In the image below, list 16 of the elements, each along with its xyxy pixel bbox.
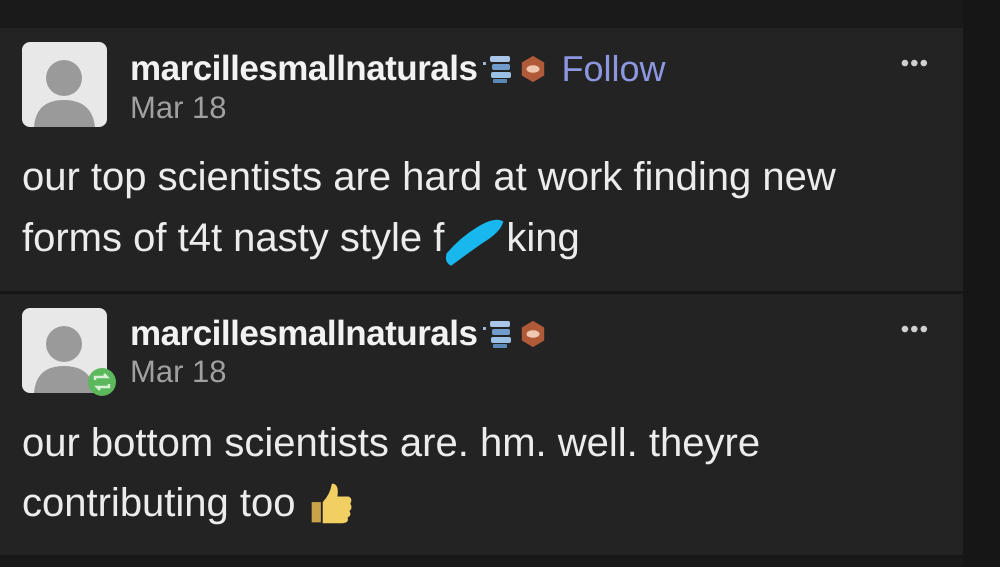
post-date: Mar 18	[130, 354, 228, 390]
post-text: king	[506, 215, 580, 262]
more-menu-button[interactable]: •••	[900, 308, 929, 344]
post-text: our top scientists are hard at work finding new	[22, 154, 836, 201]
post-text: our bottom scientists are. hm. well. theyre	[22, 420, 760, 467]
post-date: Mar 18	[130, 90, 228, 126]
stack-badge-icon	[483, 54, 514, 84]
follow-link[interactable]: Follow	[561, 48, 666, 90]
stack-badge-icon	[483, 319, 514, 349]
username-link[interactable]: marcillesmallnaturals	[130, 314, 478, 354]
post-text: contributing too	[22, 480, 296, 527]
post-text: forms of t4t nasty style f	[22, 215, 444, 262]
avatar-icon[interactable]	[22, 42, 107, 127]
avatar-icon[interactable]	[22, 308, 107, 393]
more-menu-button[interactable]: •••	[900, 42, 929, 78]
username-link[interactable]: marcillesmallnaturals	[130, 49, 478, 89]
